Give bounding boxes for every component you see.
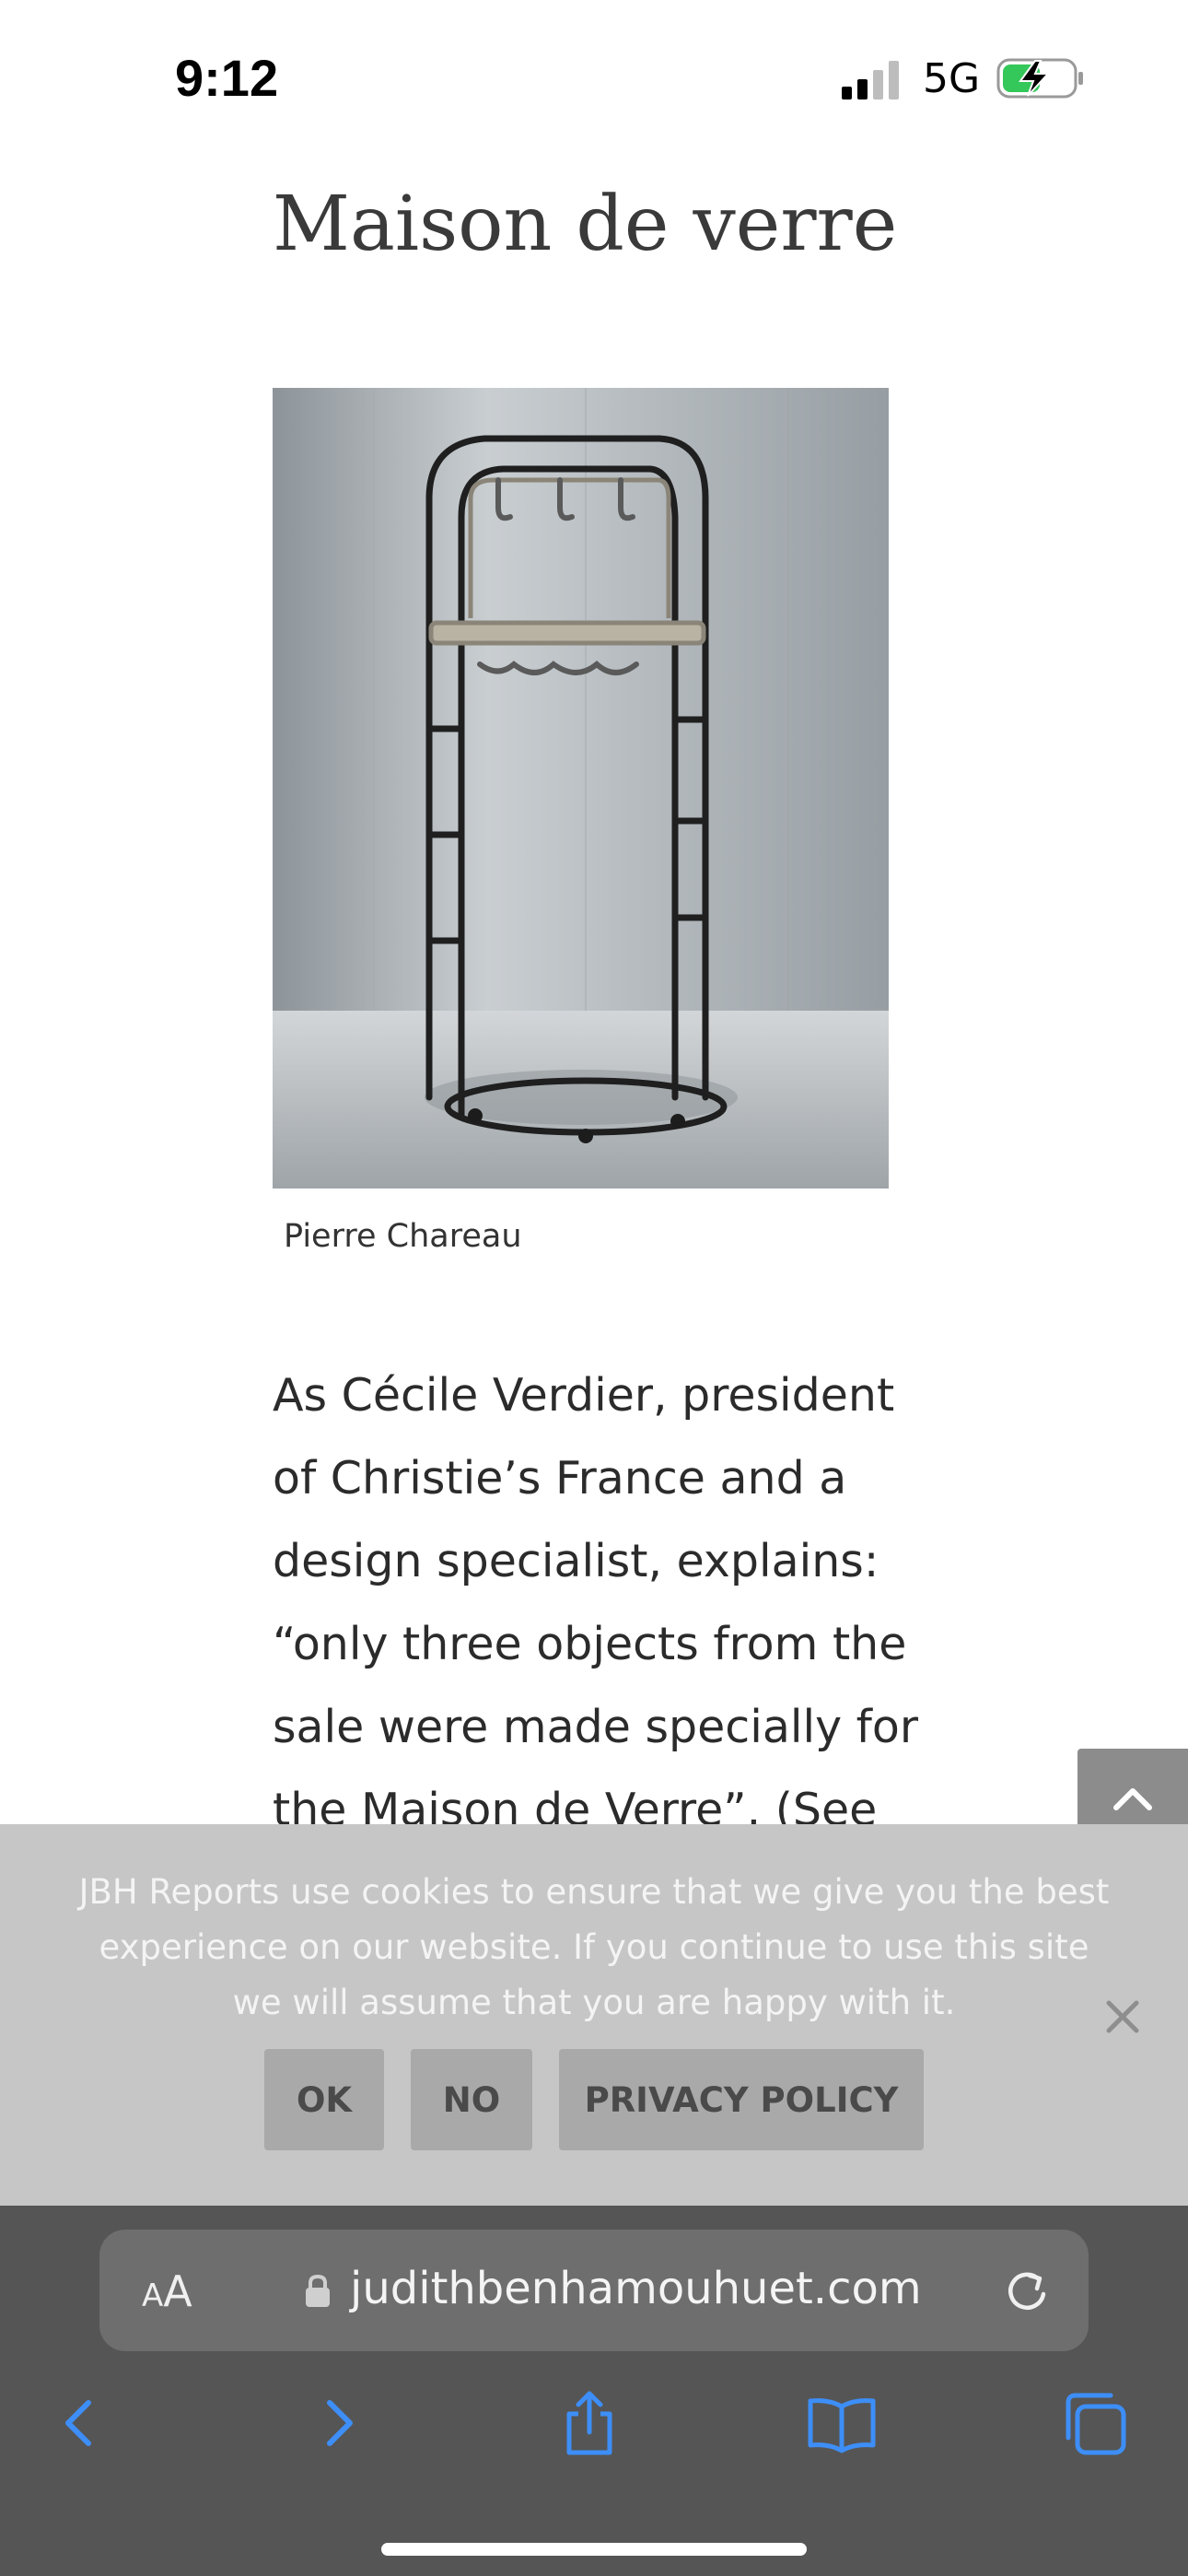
status-bar: 9:12 5G [0, 0, 1188, 138]
safari-toolbar: AA judithbenhamouhuet.com [0, 2206, 1188, 2576]
bookmarks-icon[interactable] [805, 2386, 879, 2460]
home-indicator [381, 2543, 807, 2556]
lock-icon [306, 2274, 330, 2307]
cookie-message: JBH Reports use cookies to ensure that w… [78, 1872, 1110, 2022]
chevron-up-icon [1113, 1788, 1152, 1810]
address-bar[interactable]: AA judithbenhamouhuet.com [99, 2230, 1089, 2351]
cookie-no-button[interactable]: NO [411, 2049, 532, 2150]
article-photo [273, 388, 889, 1188]
article-body: As Cécile Verdier, president of Christie… [273, 1369, 919, 1824]
forward-icon[interactable] [302, 2386, 376, 2460]
reader-options-button[interactable]: AA [142, 2266, 192, 2316]
network-type: 5G [923, 55, 981, 102]
share-icon[interactable] [553, 2386, 626, 2460]
article-title: Maison de verre [273, 181, 898, 268]
aa-large-label: A [163, 2266, 192, 2316]
reload-icon[interactable] [1002, 2266, 1052, 2316]
url-text: judithbenhamouhuet.com [350, 2263, 922, 2314]
back-icon[interactable] [42, 2386, 116, 2460]
article: Maison de verre Pierre Chareau As Cécile… [0, 0, 1188, 1824]
cookie-banner: JBH Reports use cookies to ensure that w… [0, 1824, 1188, 2206]
close-icon[interactable] [1100, 1994, 1146, 2040]
cookie-ok-button[interactable]: OK [264, 2049, 384, 2150]
tabs-icon[interactable] [1059, 2386, 1133, 2460]
privacy-policy-button[interactable]: PRIVACY POLICY [559, 2049, 924, 2150]
aa-small-label: A [142, 2277, 164, 2314]
status-time: 9:12 [175, 49, 279, 107]
signal-icon [842, 61, 899, 100]
battery-charging-icon [996, 58, 1083, 99]
photo-caption: Pierre Chareau [284, 1218, 522, 1255]
back-to-top-button[interactable] [1077, 1749, 1188, 1832]
